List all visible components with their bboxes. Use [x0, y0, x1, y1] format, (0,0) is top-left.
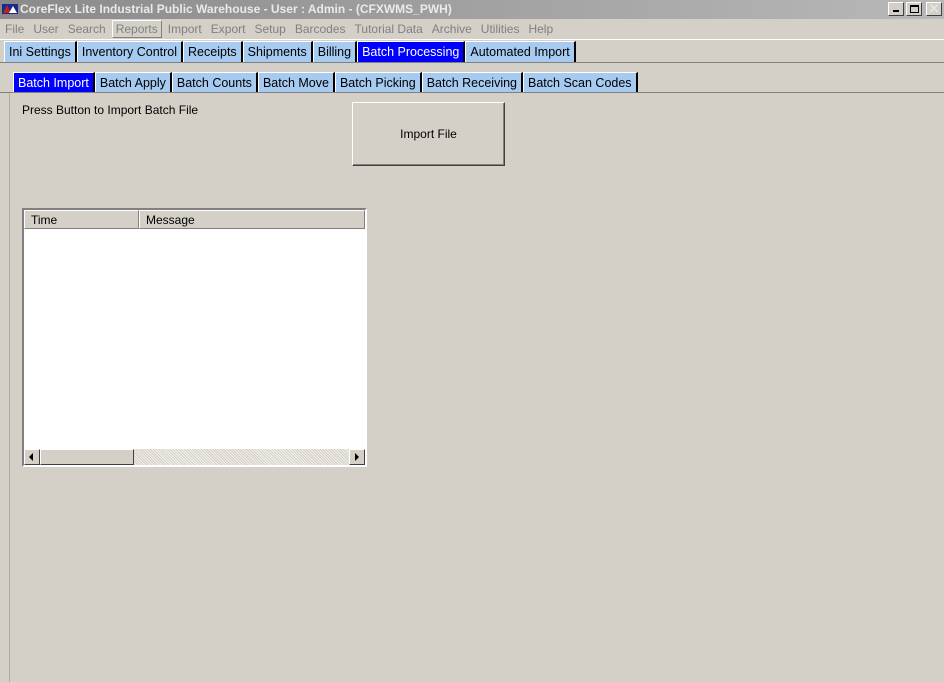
import-prompt-label: Press Button to Import Batch File: [22, 103, 199, 117]
import-log-table[interactable]: Time Message: [22, 208, 367, 467]
import-file-button[interactable]: Import File: [352, 102, 505, 166]
column-header-message[interactable]: Message: [139, 210, 365, 229]
tab-batch-receiving[interactable]: Batch Receiving: [421, 72, 524, 92]
table-header: Time Message: [24, 210, 365, 229]
minimize-icon[interactable]: [888, 2, 904, 16]
tab-shipments[interactable]: Shipments: [242, 41, 313, 62]
horizontal-scrollbar[interactable]: [24, 449, 365, 465]
tab-automated-import[interactable]: Automated Import: [465, 41, 576, 62]
menu-utilities[interactable]: Utilities: [478, 21, 523, 37]
menu-reports[interactable]: Reports: [111, 20, 162, 38]
menu-import[interactable]: Import: [165, 21, 205, 37]
close-icon[interactable]: ✕: [926, 1, 942, 16]
tab-inventory-control[interactable]: Inventory Control: [76, 41, 184, 62]
tab-batch-import[interactable]: Batch Import: [13, 72, 95, 92]
menu-file[interactable]: File: [2, 21, 27, 37]
menu-tutorial-data[interactable]: Tutorial Data: [352, 21, 426, 37]
tab-batch-counts[interactable]: Batch Counts: [171, 72, 258, 92]
scrollbar-thumb[interactable]: [40, 449, 134, 465]
tab-receipts[interactable]: Receipts: [183, 41, 243, 62]
batch-tab-baseline: [0, 92, 944, 93]
maximize-icon[interactable]: [906, 2, 922, 16]
tab-batch-picking[interactable]: Batch Picking: [334, 72, 422, 92]
column-header-time[interactable]: Time: [24, 210, 139, 229]
title-bar: CoreFlex Lite Industrial Public Warehous…: [0, 0, 944, 19]
main-tab-strip: Ini Settings Inventory Control Receipts …: [4, 41, 576, 62]
menu-export[interactable]: Export: [208, 21, 249, 37]
menu-help[interactable]: Help: [525, 21, 556, 37]
window-title: CoreFlex Lite Industrial Public Warehous…: [20, 2, 452, 16]
tab-batch-move[interactable]: Batch Move: [257, 72, 335, 92]
tab-ini-settings[interactable]: Ini Settings: [4, 41, 77, 62]
app-logo-icon: [2, 4, 18, 14]
menu-setup[interactable]: Setup: [251, 21, 288, 37]
main-tab-baseline: [0, 62, 944, 63]
scroll-left-icon[interactable]: [24, 449, 40, 465]
menu-separator: [0, 39, 944, 40]
menu-user[interactable]: User: [30, 21, 61, 37]
menu-search[interactable]: Search: [65, 21, 109, 37]
tab-billing[interactable]: Billing: [312, 41, 358, 62]
tab-batch-apply[interactable]: Batch Apply: [94, 72, 172, 92]
panel-border: [9, 93, 10, 682]
tab-batch-processing[interactable]: Batch Processing: [357, 41, 466, 62]
menu-bar: File User Search Reports Import Export S…: [0, 19, 944, 39]
tab-batch-scan-codes[interactable]: Batch Scan Codes: [523, 72, 638, 92]
scroll-right-icon[interactable]: [349, 449, 365, 465]
menu-archive[interactable]: Archive: [429, 21, 475, 37]
menu-barcodes[interactable]: Barcodes: [292, 21, 349, 37]
batch-tab-strip: Batch Import Batch Apply Batch Counts Ba…: [13, 72, 638, 92]
